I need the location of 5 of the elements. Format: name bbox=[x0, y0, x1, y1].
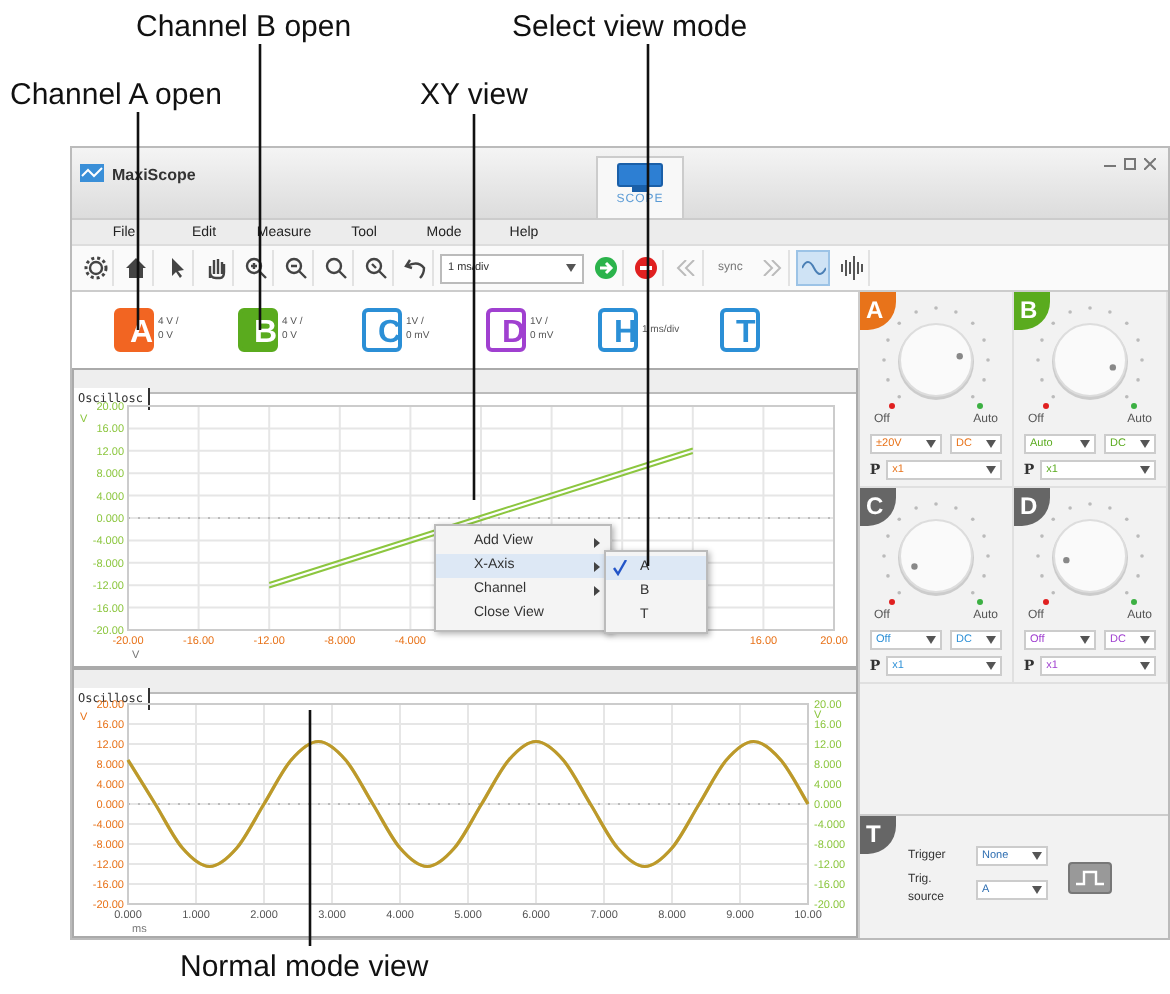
callout-label: XY view bbox=[420, 80, 528, 110]
callout-label: Channel B open bbox=[136, 12, 352, 42]
callout-label: Channel A open bbox=[10, 80, 222, 110]
callout-label: Select view mode bbox=[512, 12, 748, 42]
callout-label: Normal mode view bbox=[180, 952, 429, 982]
